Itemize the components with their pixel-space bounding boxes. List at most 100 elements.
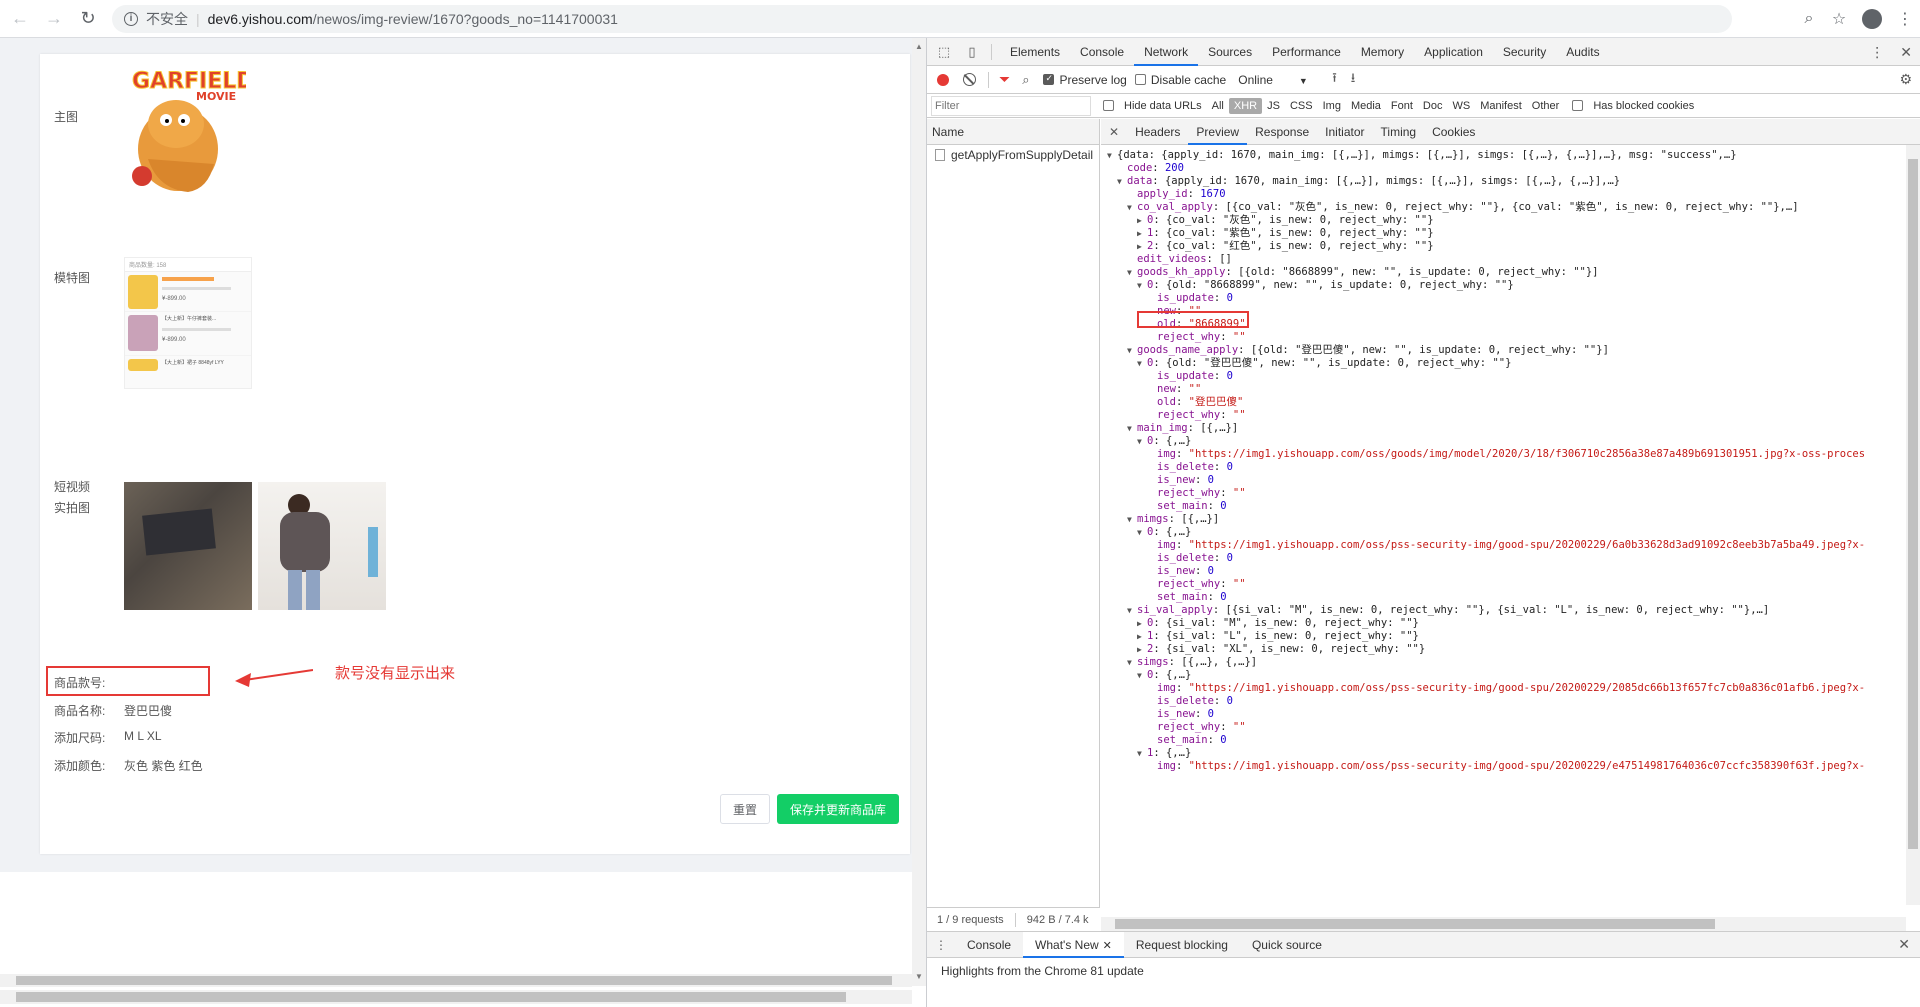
drawer-tab-what-s-new[interactable]: What's New ✕ [1023, 931, 1124, 958]
json-line[interactable]: ▼ data: {apply_id: 1670, main_img: [{,…}]… [1101, 175, 1901, 188]
page-horizontal-scrollbar-2[interactable] [0, 990, 912, 1004]
request-row[interactable]: getApplyFromSupplyDetail [927, 145, 1099, 165]
json-line[interactable]: ▶ 0: {si_val: "M", is_new: 0, reject_why:… [1101, 617, 1901, 630]
hide-data-urls-checkbox[interactable] [1103, 100, 1114, 111]
collapsed-triangle-icon: ▶ [1137, 242, 1142, 251]
tab-audits[interactable]: Audits [1556, 38, 1609, 66]
zoom-icon[interactable]: ⌕ [1794, 10, 1824, 28]
tab-elements[interactable]: Elements [1000, 38, 1070, 66]
json-line[interactable]: ▼ {data: {apply_id: 1670, main_img: [{,…}… [1101, 149, 1901, 162]
json-line[interactable]: ▶ 1: {si_val: "L", is_new: 0, reject_why:… [1101, 630, 1901, 643]
json-line[interactable]: ▶ 1: {co_val: "紫色", is_new: 0, reject_why… [1101, 227, 1901, 240]
detail-tab-headers[interactable]: Headers [1127, 119, 1188, 145]
filter-type-other[interactable]: Other [1527, 98, 1565, 114]
filter-type-media[interactable]: Media [1346, 98, 1386, 114]
filter-type-manifest[interactable]: Manifest [1475, 98, 1527, 114]
devtools-close-icon[interactable]: ✕ [1900, 44, 1912, 61]
drawer-tab-request-blocking[interactable]: Request blocking [1124, 932, 1240, 958]
page-horizontal-scrollbar[interactable] [0, 974, 912, 987]
drawer-tab-console[interactable]: Console [955, 932, 1023, 958]
tab-security[interactable]: Security [1493, 38, 1556, 66]
filter-type-img[interactable]: Img [1318, 98, 1346, 114]
avatar[interactable] [1862, 9, 1882, 29]
json-line[interactable]: ▼ si_val_apply: [{si_val: "M", is_new: 0,… [1101, 604, 1901, 617]
detail-tab-response[interactable]: Response [1247, 119, 1317, 145]
filter-type-doc[interactable]: Doc [1418, 98, 1448, 114]
inspect-element-icon[interactable]: ⬚ [933, 41, 955, 63]
close-tab-icon[interactable]: ✕ [1103, 940, 1112, 952]
devtools-menu-icon[interactable]: ⋮ [1870, 44, 1884, 61]
filter-type-ws[interactable]: WS [1447, 98, 1475, 114]
clear-icon[interactable] [963, 73, 976, 86]
json-line[interactable]: ▼ 0: {old: "8668899", new: "", is_update:… [1101, 279, 1901, 292]
record-icon[interactable] [937, 73, 949, 86]
back-icon[interactable]: ← [6, 5, 34, 33]
drawer-close-icon[interactable]: ✕ [1898, 936, 1910, 953]
tab-network[interactable]: Network [1134, 38, 1199, 66]
reset-button[interactable]: 重置 [720, 794, 770, 824]
name-column-header[interactable]: Name [927, 119, 1099, 145]
preview-vertical-scrollbar[interactable] [1906, 145, 1920, 905]
filter-type-xhr[interactable]: XHR [1228, 97, 1263, 114]
search-icon[interactable]: ⌕ [1022, 72, 1029, 88]
detail-tab-timing[interactable]: Timing [1373, 119, 1425, 145]
json-line[interactable]: ▼ 0: {,…} [1101, 435, 1901, 448]
json-line[interactable]: ▶ 2: {co_val: "红色", is_new: 0, reject_why… [1101, 240, 1901, 253]
tab-memory[interactable]: Memory [1351, 38, 1414, 66]
page-vertical-scrollbar[interactable]: ▲ ▼ [912, 38, 926, 986]
json-line: set_main: 0 [1157, 591, 1227, 603]
json-line[interactable]: ▼ goods_kh_apply: [{old: "8668899", new: … [1101, 266, 1901, 279]
main-image[interactable]: GARFIELD MOVIE [128, 64, 255, 194]
export-har-icon[interactable]: ⭳ [1351, 69, 1356, 91]
json-line[interactable]: ▼ goods_name_apply: [{old: "登巴巴傻", new: "… [1101, 344, 1901, 357]
forward-icon[interactable]: → [40, 5, 68, 33]
model-image[interactable]: 商品数量: 158 ¥-899.00 【大上新】午仔裤套装... ¥-899.0… [124, 257, 252, 389]
scroll-up-icon[interactable]: ▲ [915, 42, 923, 51]
browser-menu-icon[interactable]: ⋮ [1890, 9, 1920, 29]
preserve-log-checkbox[interactable] [1043, 73, 1055, 85]
bookmark-star-icon[interactable]: ☆ [1824, 9, 1854, 29]
json-line[interactable]: ▼ 0: {,…} [1101, 526, 1901, 539]
info-icon[interactable]: i [124, 11, 138, 26]
save-update-button[interactable]: 保存并更新商品库 [777, 794, 899, 824]
tab-sources[interactable]: Sources [1198, 38, 1262, 66]
device-toolbar-icon[interactable]: ▯ [961, 41, 983, 63]
preview-horizontal-scrollbar[interactable] [1101, 917, 1906, 931]
json-line[interactable]: ▼ mimgs: [{,…}] [1101, 513, 1901, 526]
filter-type-css[interactable]: CSS [1285, 98, 1318, 114]
json-line: new: "" [1157, 383, 1202, 395]
json-line[interactable]: ▼ main_img: [{,…}] [1101, 422, 1901, 435]
json-line[interactable]: ▼ 0: {old: "登巴巴傻", new: "", is_update: 0,… [1101, 357, 1901, 370]
annotation-arrow-icon [235, 669, 313, 687]
disable-cache-checkbox[interactable] [1134, 74, 1146, 85]
filter-type-all[interactable]: All [1207, 98, 1229, 114]
close-detail-icon[interactable]: ✕ [1101, 125, 1127, 139]
scroll-down-icon[interactable]: ▼ [915, 972, 923, 981]
real-image-1[interactable] [124, 482, 252, 610]
tab-performance[interactable]: Performance [1262, 38, 1351, 66]
real-image-2[interactable] [258, 482, 386, 610]
drawer-tab-quick-source[interactable]: Quick source [1240, 932, 1334, 958]
json-line[interactable]: ▼ simgs: [{,…}, {,…}] [1101, 656, 1901, 669]
detail-tab-initiator[interactable]: Initiator [1317, 119, 1372, 145]
tab-application[interactable]: Application [1414, 38, 1493, 66]
json-line[interactable]: ▶ 2: {si_val: "XL", is_new: 0, reject_why… [1101, 643, 1901, 656]
reload-icon[interactable]: ↻ [74, 5, 102, 33]
json-line[interactable]: ▼ co_val_apply: [{co_val: "灰色", is_new: 0… [1101, 201, 1901, 214]
json-line[interactable]: ▶ 0: {co_val: "灰色", is_new: 0, reject_why… [1101, 214, 1901, 227]
settings-gear-icon[interactable]: ⚙ [1899, 71, 1912, 88]
tab-console[interactable]: Console [1070, 38, 1134, 66]
filter-icon[interactable]: ⏷ [999, 71, 1010, 88]
detail-tab-preview[interactable]: Preview [1188, 119, 1248, 145]
filter-input[interactable] [931, 95, 1091, 116]
filter-type-font[interactable]: Font [1386, 98, 1418, 114]
json-line[interactable]: ▼ 0: {,…} [1101, 669, 1901, 682]
drawer-menu-icon[interactable]: ⋮ [927, 938, 955, 952]
throttle-select[interactable]: Online ▼ [1238, 73, 1318, 87]
import-har-icon[interactable]: ⭱ [1332, 69, 1337, 91]
url-input[interactable]: i 不安全 | dev6.yishou.com/newos/img-review… [112, 4, 1732, 33]
has-blocked-cookies-checkbox[interactable] [1572, 100, 1584, 111]
detail-tab-cookies[interactable]: Cookies [1424, 119, 1483, 145]
filter-type-js[interactable]: JS [1262, 98, 1285, 114]
json-line[interactable]: ▼ 1: {,…} [1101, 747, 1901, 760]
